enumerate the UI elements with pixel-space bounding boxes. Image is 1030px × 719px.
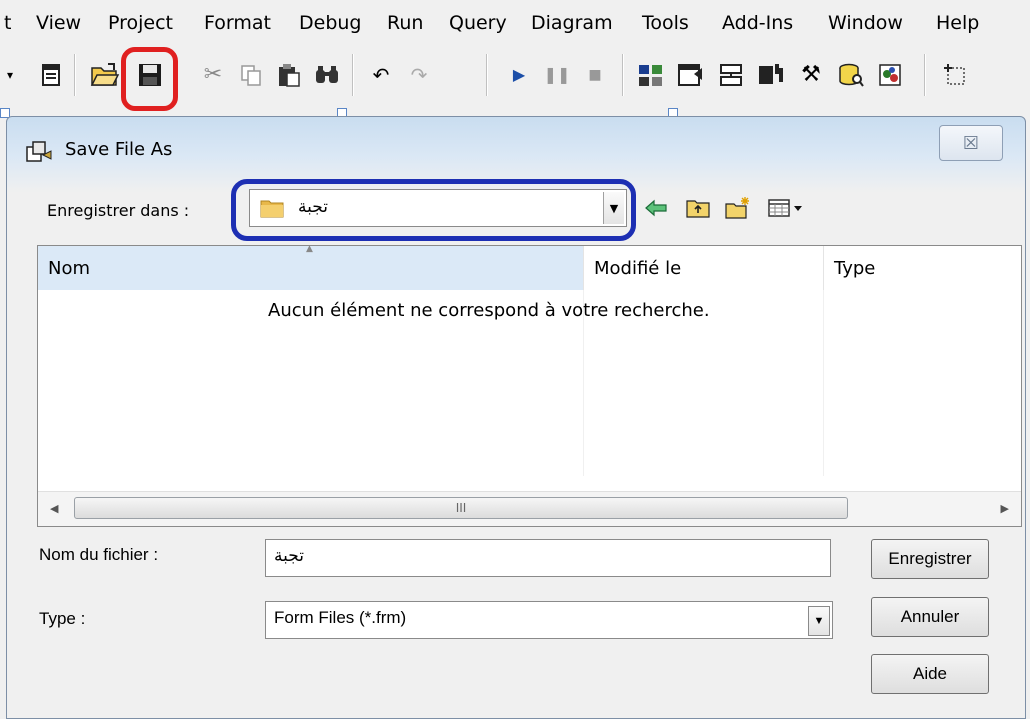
save-button[interactable]: Enregistrer [871,539,989,579]
column-header-modified[interactable]: Modifié le [583,246,823,290]
menu-tools[interactable]: Tools [642,12,689,34]
filename-input[interactable]: تجبة [265,539,831,577]
menu-help[interactable]: Help [936,12,979,34]
object-browser-icon[interactable] [754,58,788,92]
column-header-type[interactable]: Type [823,246,1023,290]
dropdown-arrow-icon[interactable]: ▾ [0,58,20,92]
menu-debug[interactable]: Debug [299,12,361,34]
filename-label: Nom du fichier : [39,545,159,564]
menu-diagram[interactable]: Diagram [531,12,613,34]
save-in-label: Enregistrer dans : [47,201,190,220]
up-folder-button[interactable] [683,193,713,223]
cut-icon[interactable]: ✂ [196,58,230,92]
close-icon: ☒ [962,132,980,154]
back-button[interactable] [641,193,671,223]
find-icon[interactable] [310,58,344,92]
toolbar-end-icon[interactable] [938,58,972,92]
view-menu-button[interactable] [765,193,809,223]
scrollbar-thumb[interactable]: III [74,497,848,519]
dialog-title-bar[interactable]: Save File As ☒ [7,117,1025,185]
run-icon[interactable]: ▶ [502,58,536,92]
menu-bar: t View Project Format Debug Run Query Di… [0,0,1030,44]
data-view-icon[interactable] [834,58,868,92]
visual-component-icon[interactable] [874,58,908,92]
chevron-down-icon: ▼ [813,615,825,627]
menu-window[interactable]: Window [828,12,903,34]
properties-icon[interactable] [674,58,708,92]
copy-icon[interactable] [234,58,268,92]
scroll-left-icon[interactable]: ◀ [50,502,58,515]
form-layout-icon[interactable] [714,58,748,92]
close-button[interactable]: ☒ [939,125,1003,161]
save-in-highlight [231,179,636,241]
save-button-highlight [121,47,178,111]
undo-icon[interactable]: ↶ [364,58,398,92]
paste-icon[interactable] [272,58,306,92]
form-icon[interactable] [34,58,68,92]
file-type-dropdown-button[interactable]: ▼ [808,606,830,636]
dialog-title: Save File As [65,139,173,160]
menu-add-ins[interactable]: Add-Ins [722,12,793,34]
menu-run[interactable]: Run [387,12,423,34]
cancel-button[interactable]: Annuler [871,597,989,637]
empty-folder-message: Aucun élément ne correspond à votre rech… [268,300,710,321]
horizontal-scrollbar[interactable]: ◀ III ▶ [38,491,1021,526]
menu-format[interactable]: Format [204,12,271,34]
menu-view[interactable]: View [36,12,81,34]
type-label: Type : [39,609,86,628]
pause-icon[interactable]: ❚❚ [540,58,574,92]
menu-project[interactable]: Project [108,12,173,34]
scroll-right-icon[interactable]: ▶ [1001,502,1009,515]
redo-icon[interactable]: ↷ [402,58,436,92]
file-list-header: Nom Modifié le Type ▲ [38,244,1023,290]
menu-edit-partial[interactable]: t [4,12,11,34]
sort-indicator-icon: ▲ [306,244,313,254]
save-dialog-icon [25,139,55,165]
file-list[interactable]: Nom Modifié le Type ▲ Aucun élément ne c… [37,244,1023,527]
open-folder-icon[interactable] [88,58,122,92]
new-folder-button[interactable] [723,193,753,223]
menu-query[interactable]: Query [449,12,507,34]
file-type-select[interactable]: Form Files (*.frm) ▼ [265,601,833,639]
project-explorer-icon[interactable] [634,58,668,92]
stop-icon[interactable]: ■ [578,58,612,92]
toolbox-icon[interactable]: ⚒ [794,58,828,92]
help-button[interactable]: Aide [871,654,989,694]
